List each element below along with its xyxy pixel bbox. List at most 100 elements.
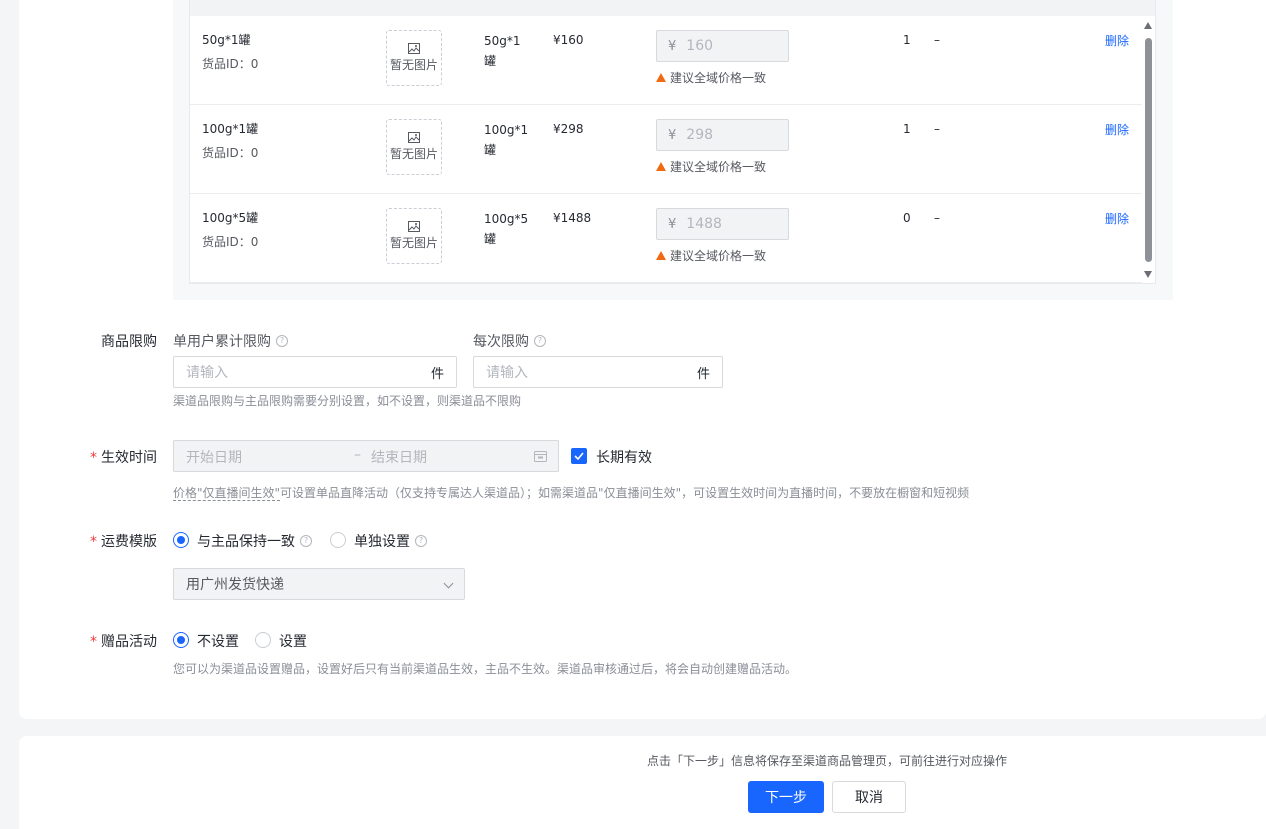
sku-table: 50g*1罐 货品ID：0 暂无图片 50g*1罐 ¥160 ¥ 160 建议全… [189, 16, 1156, 284]
shipping-same-label[interactable]: 与主品保持一致? [197, 531, 312, 551]
sku-price: ¥1488 [553, 211, 592, 225]
goods-id: 货品ID：0 [202, 235, 259, 249]
shipping-template-label: * 运费模版 [67, 531, 157, 551]
end-date-placeholder[interactable]: 结束日期 [371, 447, 427, 467]
price-warning: 建议全域价格一致 [656, 158, 766, 175]
shipping-template-text: 运费模版 [101, 534, 157, 550]
channel-price-input[interactable]: ¥ 160 [656, 30, 789, 62]
chevron-down-icon [443, 578, 454, 589]
currency-symbol: ¥ [668, 38, 677, 54]
long-term-label[interactable]: 长期有效 [596, 447, 652, 467]
help-icon[interactable]: ? [534, 335, 546, 347]
hint-underlined-term[interactable]: 价格"仅直播间生效" [173, 486, 281, 501]
sku-extra: – [934, 122, 940, 136]
sku-name: 100g*1罐 [202, 122, 259, 136]
per-user-limit-label: 单用户累计限购? [173, 331, 288, 351]
price-warning: 建议全域价格一致 [656, 247, 766, 264]
table-row: 100g*5罐 货品ID：0 暂无图片 100g*5罐 ¥1488 ¥ 1488… [190, 194, 1142, 283]
gift-activity-label: * 赠品活动 [67, 631, 157, 651]
table-row: 100g*1罐 货品ID：0 暂无图片 100g*1罐 ¥298 ¥ 298 建… [190, 105, 1142, 194]
sku-name: 100g*5罐 [202, 211, 259, 225]
shipping-template-select[interactable]: 用广州发货快递 [173, 568, 465, 600]
sku-spec: 50g*1罐 [484, 34, 521, 68]
input-placeholder: 请输入 [186, 365, 228, 381]
shipping-custom-text[interactable]: 单独设置 [354, 531, 410, 551]
sku-spec: 100g*1罐 [484, 123, 529, 157]
gift-hint: 您可以为渠道品设置赠品，设置好后只有当前渠道品生效，主品不生效。渠道品审核通过后… [173, 662, 798, 676]
required-mark: * [90, 450, 97, 466]
sku-stock: 0 [903, 211, 911, 225]
long-term-checkbox[interactable] [571, 448, 587, 464]
table-row: 50g*1罐 货品ID：0 暂无图片 50g*1罐 ¥160 ¥ 160 建议全… [190, 16, 1142, 105]
check-icon [574, 452, 584, 460]
scroll-down-icon[interactable] [1144, 271, 1152, 278]
sku-stock: 1 [903, 122, 911, 136]
currency-symbol: ¥ [668, 127, 677, 143]
shipping-custom-label[interactable]: 单独设置? [354, 531, 427, 551]
warning-text: 建议全域价格一致 [670, 71, 767, 85]
image-upload[interactable]: 暂无图片 [386, 30, 442, 86]
gift-none-label[interactable]: 不设置 [197, 631, 239, 651]
no-image-text: 暂无图片 [389, 236, 438, 250]
per-user-limit-text: 单用户累计限购 [173, 334, 271, 350]
channel-price-input[interactable]: ¥ 1488 [656, 208, 789, 240]
per-order-limit-label: 每次限购? [473, 331, 546, 351]
scrollbar-thumb[interactable] [1145, 38, 1152, 262]
sku-extra: – [934, 33, 940, 47]
price-warning: 建议全域价格一致 [656, 69, 766, 86]
delete-link[interactable]: 删除 [1105, 121, 1129, 139]
warning-text: 建议全域价格一致 [670, 160, 767, 174]
delete-link[interactable]: 删除 [1105, 32, 1129, 50]
per-order-limit-text: 每次限购 [473, 334, 529, 350]
image-icon [408, 221, 420, 232]
image-icon [408, 43, 420, 54]
warning-icon [656, 251, 666, 260]
sku-table-header [189, 0, 1156, 16]
no-image-text: 暂无图片 [389, 147, 438, 161]
start-date-placeholder[interactable]: 开始日期 [186, 447, 242, 467]
date-separator: – [354, 447, 361, 463]
warning-text: 建议全域价格一致 [670, 249, 767, 263]
delete-link[interactable]: 删除 [1105, 210, 1129, 228]
effective-time-text: 生效时间 [101, 450, 157, 466]
help-icon[interactable]: ? [300, 535, 312, 547]
per-user-limit-input[interactable]: 请输入 件 [173, 356, 457, 388]
sku-price: ¥298 [553, 122, 584, 136]
image-icon [408, 132, 420, 143]
image-upload[interactable]: 暂无图片 [386, 208, 442, 264]
sku-stock: 1 [903, 33, 911, 47]
cancel-button[interactable]: 取消 [832, 781, 906, 813]
input-placeholder: 请输入 [486, 365, 528, 381]
purchase-limit-label: 商品限购 [101, 334, 157, 350]
footer-note: 点击「下一步」信息将保存至渠道商品管理页，可前往进行对应操作 [647, 754, 1008, 768]
next-button[interactable]: 下一步 [748, 781, 824, 813]
shipping-same-radio[interactable] [173, 532, 189, 548]
help-icon[interactable]: ? [415, 535, 427, 547]
channel-price-input[interactable]: ¥ 298 [656, 119, 789, 151]
required-mark: * [90, 634, 97, 650]
sku-price: ¥160 [553, 33, 584, 47]
date-range-picker[interactable]: 开始日期 – 结束日期 [173, 440, 559, 472]
shipping-custom-radio[interactable] [330, 532, 346, 548]
required-mark: * [90, 534, 97, 550]
currency-symbol: ¥ [668, 216, 677, 232]
gift-set-radio[interactable] [255, 632, 271, 648]
sku-extra: – [934, 211, 940, 225]
image-upload[interactable]: 暂无图片 [386, 119, 442, 175]
table-scrollbar[interactable] [1143, 22, 1153, 278]
shipping-same-text[interactable]: 与主品保持一致 [197, 531, 295, 551]
no-image-text: 暂无图片 [389, 58, 438, 72]
sku-name: 50g*1罐 [202, 33, 251, 47]
per-order-limit-input[interactable]: 请输入 件 [473, 356, 723, 388]
channel-price-value: 298 [686, 127, 714, 143]
calendar-icon [534, 451, 547, 462]
scroll-up-icon[interactable] [1144, 22, 1152, 29]
channel-price-value: 1488 [686, 216, 722, 232]
purchase-limit-hint: 渠道品限购与主品限购需要分别设置，如不设置，则渠道品不限购 [173, 394, 522, 408]
warning-icon [656, 73, 666, 82]
effective-time-label: * 生效时间 [67, 447, 157, 467]
goods-id: 货品ID：0 [202, 57, 259, 71]
gift-set-label[interactable]: 设置 [279, 631, 307, 651]
help-icon[interactable]: ? [276, 335, 288, 347]
gift-none-radio[interactable] [173, 632, 189, 648]
